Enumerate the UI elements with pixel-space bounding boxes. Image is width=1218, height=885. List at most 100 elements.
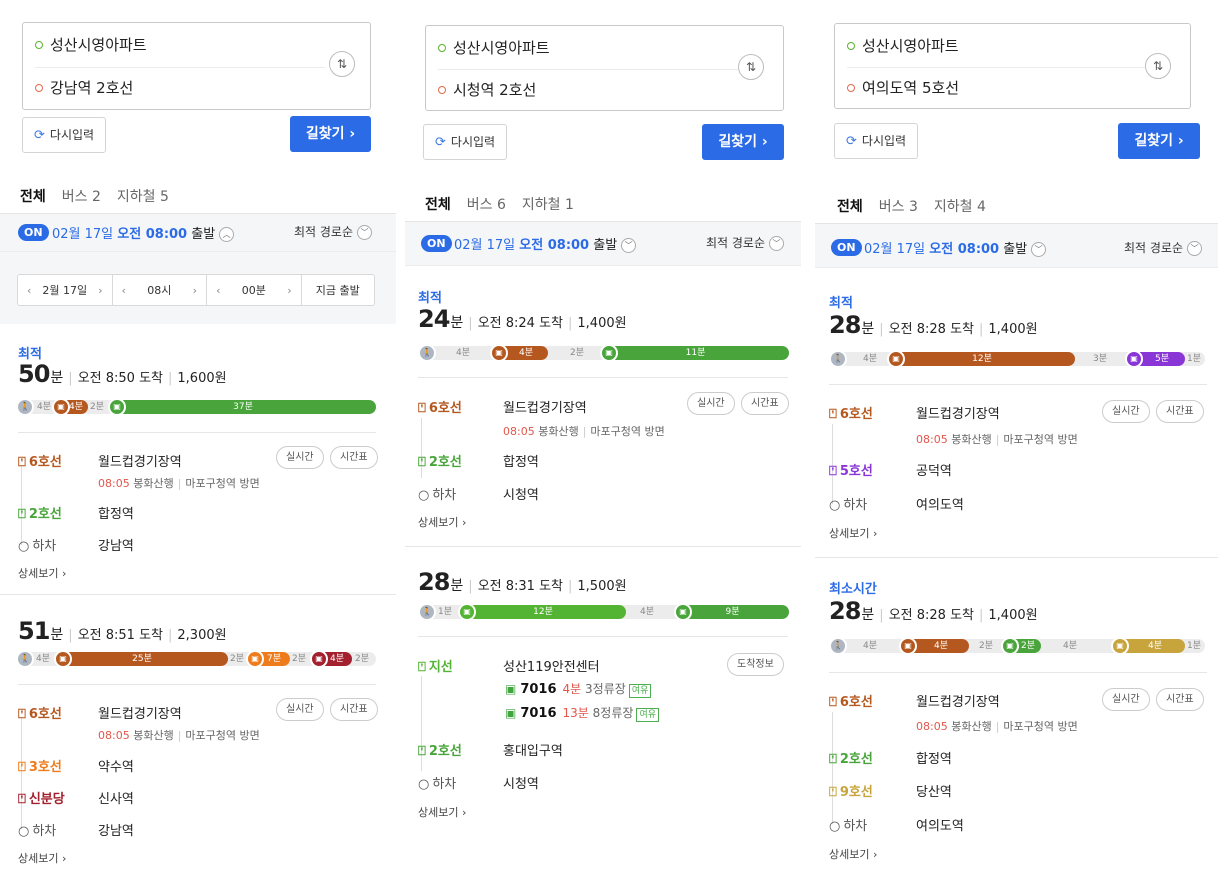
sort-select[interactable]: 최적 경로순 ﹀: [1124, 239, 1203, 256]
realtime-button[interactable]: 실시간: [687, 392, 735, 415]
details-link[interactable]: 상세보기 ›: [18, 565, 66, 581]
refresh-icon: ⟳: [435, 135, 446, 150]
tab-all[interactable]: 전체: [833, 196, 881, 229]
step-transfer: ⍞ 2호선 홍대입구역: [418, 744, 563, 759]
realtime-button[interactable]: 실시간: [1102, 688, 1150, 711]
refresh-icon: ⟳: [846, 134, 857, 149]
realtime-button[interactable]: 실시간: [276, 446, 324, 469]
segment-line6: 25분: [56, 652, 228, 666]
walk-icon: 🚶: [418, 344, 436, 362]
route-bar: 🚶 4분 4분 ▣ 2분 2분 ▣ 4분 4분 ▣ 1분: [829, 637, 1205, 655]
chevron-down-icon: ﹀: [769, 236, 785, 251]
timetable-button[interactable]: 시간표: [741, 392, 789, 415]
swap-icon[interactable]: ⇅: [329, 51, 355, 77]
timetable-button[interactable]: 시간표: [330, 698, 378, 721]
search-button[interactable]: 길찾기 ›: [290, 116, 371, 152]
refresh-icon: ⟳: [34, 128, 45, 143]
chevron-down-icon: ﹀: [357, 225, 373, 240]
details-link[interactable]: 상세보기 ›: [418, 804, 466, 820]
train-icon: ⍞: [18, 792, 26, 807]
route-summary[interactable]: 50분 | 오전 8:50 도착 | 1,600원: [18, 360, 227, 388]
route-summary[interactable]: 51분 | 오전 8:51 도착 | 2,300원: [18, 617, 227, 645]
train-icon: ⍞: [18, 507, 26, 522]
chevron-up-icon[interactable]: ︿: [219, 227, 235, 242]
route-tag: 최적: [829, 296, 853, 311]
minute-picker[interactable]: ‹ 00분 ›: [207, 275, 302, 305]
tab-all[interactable]: 전체: [421, 194, 469, 227]
train-icon: ⍞: [18, 707, 26, 722]
sort-select[interactable]: 최적 경로순 ﹀: [294, 223, 373, 240]
segment-line2: 37분: [110, 400, 376, 414]
route-summary[interactable]: 24분 | 오전 8:24 도착 | 1,400원: [418, 305, 627, 333]
route-tag: 최적: [418, 291, 442, 306]
destination-dot-icon: [847, 84, 855, 92]
realtime-button[interactable]: 실시간: [276, 698, 324, 721]
origin-dot-icon: [847, 42, 855, 50]
route-summary[interactable]: 28분 | 오전 8:28 도착 | 1,400원: [829, 311, 1038, 339]
arrival-info: 08:05 봉화산행 | 마포구청역 방면: [503, 425, 665, 438]
tab-bus[interactable]: 버스 2: [62, 186, 101, 206]
alight-icon: ○: [829, 819, 841, 834]
tab-subway[interactable]: 지하철 1: [522, 194, 574, 214]
reset-button[interactable]: ⟳ 다시입력: [22, 117, 107, 153]
on-badge[interactable]: ON: [421, 235, 452, 252]
details-link[interactable]: 상세보기 ›: [829, 525, 877, 541]
route-summary[interactable]: 28분 | 오전 8:31 도착 | 1,500원: [418, 568, 627, 596]
departure-time[interactable]: 02월 17일 오전 08:00 출발 ﹀: [454, 234, 637, 253]
step-board: ⍞ 지선 성산119안전센터: [418, 660, 600, 675]
now-button[interactable]: 지금 출발: [302, 275, 374, 305]
destination-field[interactable]: 여의도역 5호선: [847, 77, 959, 98]
step-alight: ○ 하차 시청역: [418, 777, 539, 792]
details-link[interactable]: 상세보기 ›: [18, 850, 66, 866]
tab-subway[interactable]: 지하철 4: [934, 196, 986, 216]
realtime-button[interactable]: 실시간: [1102, 400, 1150, 423]
train-icon: ▣: [899, 637, 917, 655]
arrival-info: 08:05 봉화산행 | 마포구청역 방면: [98, 477, 260, 490]
on-badge[interactable]: ON: [18, 224, 49, 241]
walk-icon: 🚶: [16, 398, 34, 416]
origin-field[interactable]: 성산시영아파트: [35, 34, 147, 55]
details-link[interactable]: 상세보기 ›: [829, 846, 877, 862]
tab-bus[interactable]: 버스 6: [467, 194, 506, 214]
train-icon: ⍞: [418, 401, 426, 416]
origin-field[interactable]: 성산시영아파트: [847, 35, 959, 56]
walk-icon: 🚶: [418, 603, 436, 621]
reset-button[interactable]: ⟳ 다시입력: [834, 123, 919, 159]
train-icon: ▣: [310, 650, 328, 668]
route-summary[interactable]: 28분 | 오전 8:28 도착 | 1,400원: [829, 597, 1038, 625]
reset-button[interactable]: ⟳ 다시입력: [423, 124, 508, 160]
bus-icon: ▣: [505, 706, 517, 720]
destination-field[interactable]: 시청역 2호선: [438, 79, 536, 100]
origin-field[interactable]: 성산시영아파트: [438, 37, 550, 58]
timetable-button[interactable]: 시간표: [1156, 400, 1204, 423]
timetable-button[interactable]: 시간표: [1156, 688, 1204, 711]
search-button[interactable]: 길찾기 ›: [702, 124, 784, 160]
search-button[interactable]: 길찾기 ›: [1118, 123, 1200, 159]
train-icon: ▣: [887, 350, 905, 368]
step-transfer: ⍞ 2호선 합정역: [18, 507, 134, 522]
train-icon: ▣: [1125, 350, 1143, 368]
train-icon: ▣: [490, 344, 508, 362]
sort-select[interactable]: 최적 경로순 ﹀: [706, 234, 785, 251]
segment-line6: 12분: [889, 352, 1075, 366]
departure-time[interactable]: 02월 17일 오전 08:00 출발 ﹀: [864, 238, 1047, 257]
train-icon: ▣: [54, 650, 72, 668]
timetable-button[interactable]: 시간표: [330, 446, 378, 469]
hour-picker[interactable]: ‹ 08시 ›: [113, 275, 208, 305]
details-link[interactable]: 상세보기 ›: [418, 514, 466, 530]
arrival-info-button[interactable]: 도착정보: [727, 653, 784, 676]
train-icon: ▣: [108, 398, 126, 416]
date-picker[interactable]: ‹ 2월 17일 ›: [18, 275, 113, 305]
swap-icon[interactable]: ⇅: [1145, 53, 1171, 79]
on-badge[interactable]: ON: [831, 239, 862, 256]
tab-subway[interactable]: 지하철 5: [117, 186, 169, 206]
tab-all[interactable]: 전체: [16, 186, 64, 219]
swap-icon[interactable]: ⇅: [738, 54, 764, 80]
bus-arrival: ▣ 7016 13분 8정류장 여유: [505, 704, 659, 722]
tab-bus[interactable]: 버스 3: [879, 196, 918, 216]
departure-time[interactable]: 02월 17일 오전 08:00 출발 ︿: [52, 223, 235, 242]
step-transfer: ⍞ 3호선 약수역: [18, 760, 134, 775]
destination-field[interactable]: 강남역 2호선: [35, 77, 133, 98]
search-box: 성산시영아파트 시청역 2호선 ⇅: [425, 25, 784, 111]
train-icon: ⍞: [18, 760, 26, 775]
